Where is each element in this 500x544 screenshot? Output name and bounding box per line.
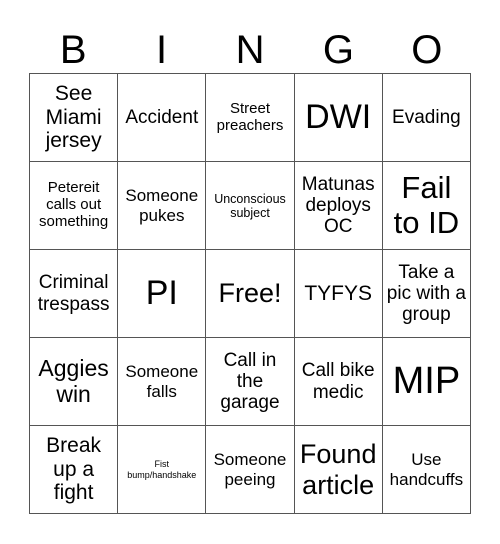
bingo-cell[interactable]: Unconscious subject — [206, 162, 295, 250]
bingo-cell[interactable]: Someone peeing — [206, 426, 295, 514]
header-letter-n: N — [235, 28, 265, 72]
bingo-cell[interactable]: MIP — [382, 338, 471, 426]
bingo-cell[interactable]: Call in the garage — [206, 338, 295, 426]
bingo-cell[interactable]: Someone falls — [118, 338, 207, 426]
bingo-cell[interactable]: Break up a fight — [30, 426, 119, 514]
header-letter-o: O — [411, 28, 443, 72]
bingo-cell[interactable]: Matunas deploys OC — [294, 162, 383, 250]
bingo-cell[interactable]: Someone pukes — [118, 162, 207, 250]
bingo-cell[interactable]: PI — [118, 250, 207, 338]
header-letter-i: I — [156, 28, 168, 72]
header-letter-g: G — [322, 28, 354, 72]
bingo-cell[interactable]: Fist bump/handshake — [118, 426, 207, 514]
bingo-cell[interactable]: Found article — [294, 426, 383, 514]
bingo-grid: See Miami jersey Accident Street preache… — [29, 73, 471, 514]
bingo-header: B I N G O — [29, 26, 471, 74]
bingo-cell[interactable]: Aggies win — [30, 338, 119, 426]
bingo-cell[interactable]: TYFYS — [294, 250, 383, 338]
bingo-cell[interactable]: Fail to ID — [382, 162, 471, 250]
bingo-cell[interactable]: DWI — [294, 74, 383, 162]
bingo-cell[interactable]: Street preachers — [206, 74, 295, 162]
bingo-cell[interactable]: Accident — [118, 74, 207, 162]
bingo-cell[interactable]: Use handcuffs — [382, 426, 471, 514]
header-letter-b: B — [59, 28, 87, 72]
bingo-cell[interactable]: Criminal trespass — [30, 250, 119, 338]
bingo-cell[interactable]: Evading — [382, 74, 471, 162]
free-space-cell[interactable]: Free! — [206, 250, 295, 338]
bingo-cell[interactable]: Take a pic with a group — [382, 250, 471, 338]
bingo-cell[interactable]: Petereit calls out something — [30, 162, 119, 250]
bingo-cell[interactable]: Call bike medic — [294, 338, 383, 426]
bingo-cell[interactable]: See Miami jersey — [30, 74, 119, 162]
